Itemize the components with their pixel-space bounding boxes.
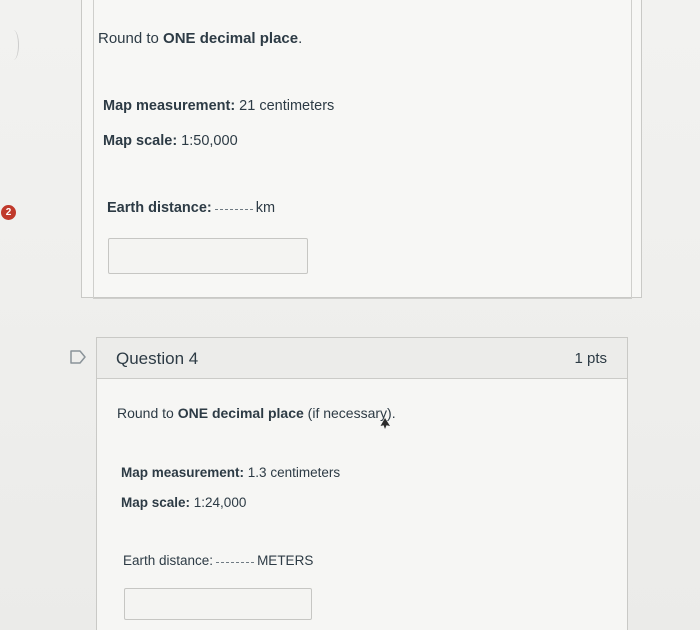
scale-value: 1:24,000 <box>190 495 247 510</box>
blank-line <box>216 561 255 563</box>
question-number-badge[interactable]: 2 <box>1 205 16 220</box>
page-edge-mark <box>8 30 19 60</box>
map-scale-previous: Map scale: 1:50,000 <box>103 133 238 149</box>
map-scale-4: Map scale: 1:24,000 <box>121 495 246 510</box>
measurement-label: Map measurement: <box>103 98 236 114</box>
question-header-4: Question 4 1 pts <box>97 338 627 379</box>
question-card-4: Question 4 1 pts <box>96 337 628 630</box>
quiz-page: 2 Round to ONE decimal place. Map measur… <box>0 0 700 630</box>
scale-value: 1:50,000 <box>177 133 238 149</box>
earth-distance-label: Earth distance: <box>107 200 212 216</box>
answer-input-4[interactable] <box>124 588 312 620</box>
earth-distance-unit: METERS <box>257 553 314 568</box>
instruction-bold: ONE decimal place <box>177 405 304 421</box>
question-title: Question 4 <box>116 349 199 368</box>
measurement-value: 21 centimeters <box>235 98 335 114</box>
mouse-pointer-icon <box>380 418 390 429</box>
flag-outline-icon[interactable] <box>70 350 86 364</box>
map-measurement-4: Map measurement: 1.3 centimeters <box>121 465 340 480</box>
instruction-text-4: Round to ONE decimal place (if necessary… <box>117 405 396 421</box>
scale-label: Map scale: <box>103 133 178 149</box>
earth-distance-4: Earth distance: METERS <box>123 553 313 568</box>
scale-label: Map scale: <box>121 495 191 510</box>
answer-input-previous[interactable] <box>108 238 308 274</box>
earth-distance-previous: Earth distance: km <box>107 200 275 216</box>
instruction-prefix: Round to <box>98 30 164 47</box>
blank-line <box>214 208 253 210</box>
earth-distance-unit: km <box>255 200 276 216</box>
instruction-text-previous: Round to ONE decimal place. <box>98 30 302 47</box>
instruction-bold: ONE decimal place <box>163 30 299 47</box>
question-points: 1 pts <box>574 350 607 367</box>
instruction-prefix: Round to <box>117 405 178 421</box>
measurement-value: 1.3 centimeters <box>244 465 341 480</box>
earth-distance-label: Earth distance: <box>123 553 214 568</box>
instruction-suffix: . <box>298 30 303 47</box>
measurement-label: Map measurement: <box>121 465 245 480</box>
map-measurement-previous: Map measurement: 21 centimeters <box>103 98 334 114</box>
